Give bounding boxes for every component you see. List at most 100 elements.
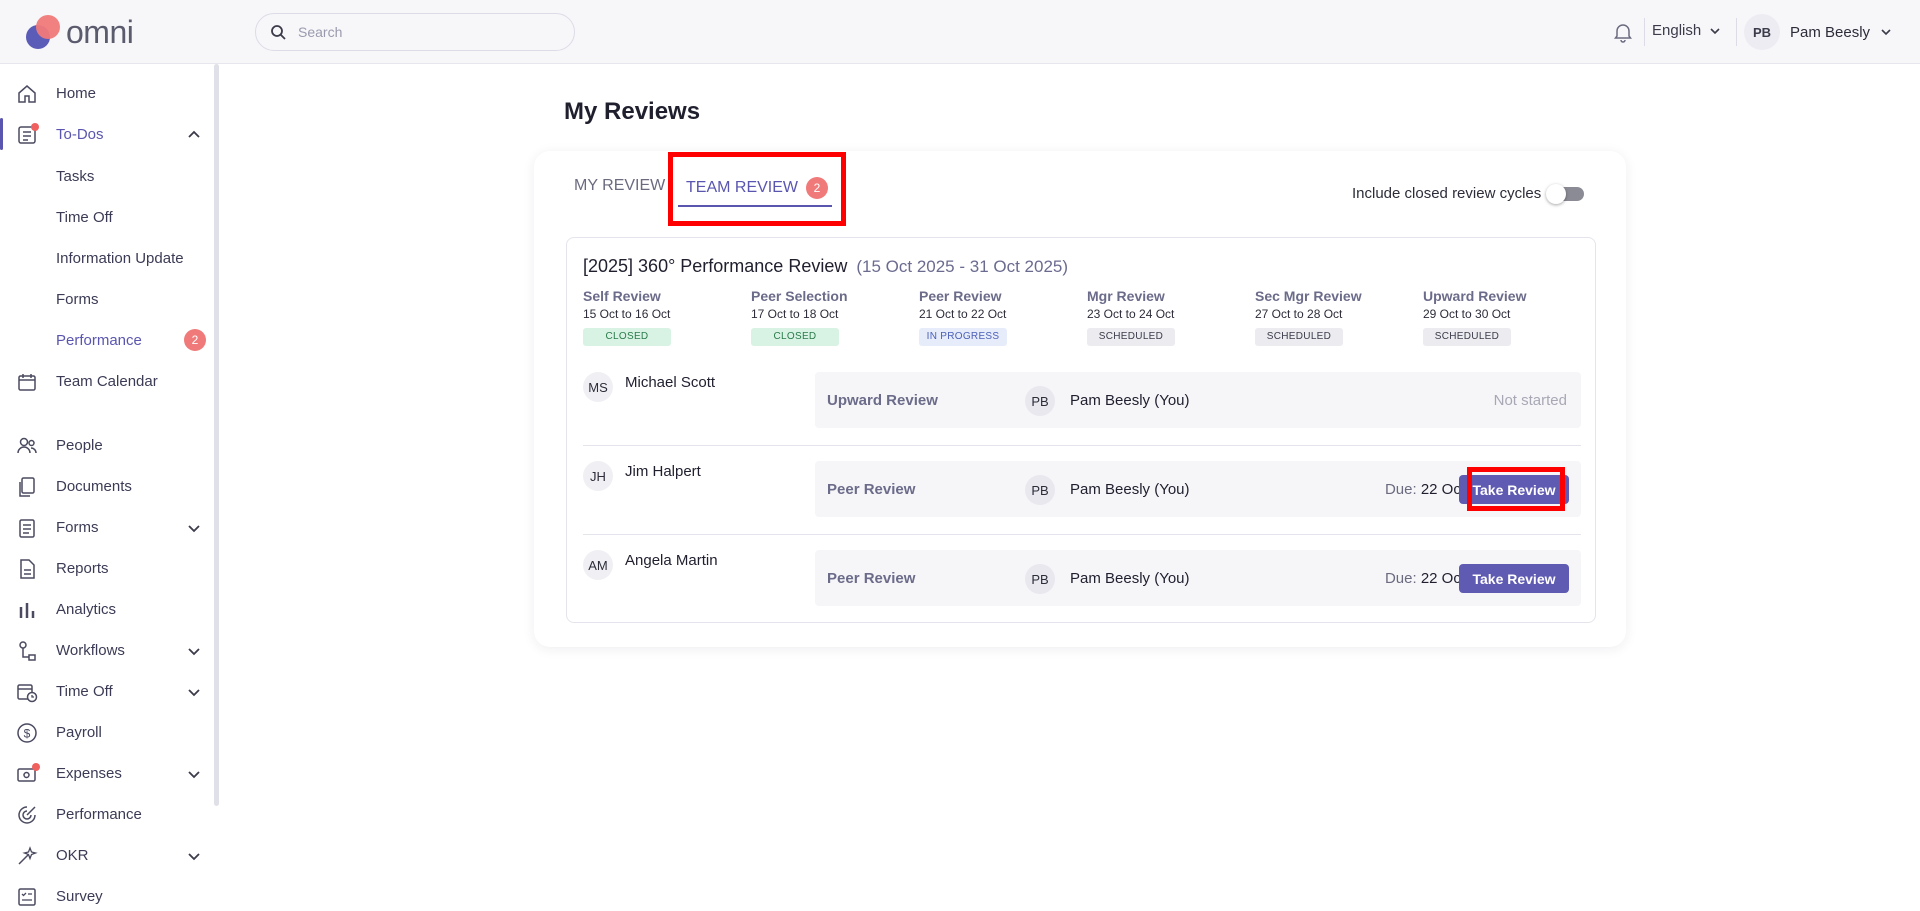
due-date: Due: 22 Oct — [1385, 481, 1465, 498]
reviewee-name: Michael Scott — [625, 374, 716, 391]
logo-text: omni — [66, 13, 134, 50]
sidebar-item-label: Documents — [56, 478, 132, 495]
sidebar-item-label: Team Calendar — [56, 373, 158, 390]
notification-dot — [31, 123, 39, 131]
phase-peer-selection: Peer Selection 17 Oct to 18 Oct CLOSED — [751, 288, 911, 346]
sidebar-item-label: Time Off — [56, 683, 113, 700]
sidebar-scrollbar[interactable] — [214, 64, 219, 806]
notification-dot — [32, 763, 40, 771]
avatar: AM — [583, 550, 613, 580]
status-badge: IN PROGRESS — [919, 328, 1007, 346]
reports-icon — [20, 558, 35, 579]
avatar: PB — [1025, 564, 1055, 594]
search-input[interactable]: Search — [255, 13, 575, 51]
sidebar-item-performance-sub[interactable]: Performance — [56, 332, 142, 349]
phase-dates: 29 Oct to 30 Oct — [1423, 307, 1511, 321]
analytics-icon — [19, 602, 35, 618]
tab-my-review[interactable]: MY REVIEW — [574, 177, 665, 195]
reviewee: JH Jim Halpert — [583, 461, 701, 491]
cycle-range: (15 Oct 2025 - 31 Oct 2025) — [856, 257, 1069, 276]
okr-icon — [18, 845, 38, 865]
avatar: JH — [583, 461, 613, 491]
sidebar-item-time-off[interactable]: Time Off — [0, 671, 214, 712]
sidebar-item-label: To-Dos — [56, 126, 104, 143]
sidebar-item-label: Analytics — [56, 601, 117, 618]
language-label: English — [1652, 22, 1702, 39]
review-type: Peer Review — [827, 570, 916, 587]
cycle-title: [2025] 360° Performance Review (15 Oct 2… — [583, 256, 1068, 277]
sidebar-item-label: Home — [56, 85, 97, 102]
sidebar-item-survey[interactable]: Survey — [0, 876, 214, 911]
phase-sec-mgr-review: Sec Mgr Review 27 Oct to 28 Oct SCHEDULE… — [1255, 288, 1415, 346]
phase-dates: 23 Oct to 24 Oct — [1087, 307, 1175, 321]
sidebar-item-label: Forms — [56, 519, 99, 536]
sidebar-item-people[interactable]: People — [0, 425, 214, 466]
status-badge: CLOSED — [583, 328, 671, 346]
performance-icon — [18, 805, 36, 824]
row-divider — [583, 534, 1581, 535]
status-badge: SCHEDULED — [1087, 328, 1175, 346]
chevron-up-icon — [188, 130, 200, 138]
phase-dates: 17 Oct to 18 Oct — [751, 307, 839, 321]
take-review-button[interactable]: Take Review — [1459, 564, 1569, 593]
review-cycle: [2025] 360° Performance Review (15 Oct 2… — [566, 237, 1596, 623]
sidebar-item-okr[interactable]: OKR — [0, 835, 214, 876]
chevron-down-icon — [188, 852, 200, 860]
sidebar-item-performance[interactable]: Performance — [0, 794, 214, 835]
sidebar-item-information-update[interactable]: Information Update — [56, 250, 184, 267]
chevron-down-icon — [1881, 29, 1891, 36]
sidebar-item-label: Payroll — [56, 724, 102, 741]
chevron-down-icon — [1710, 27, 1720, 34]
chevron-down-icon — [188, 647, 200, 655]
phase-self-review: Self Review 15 Oct to 16 Oct CLOSED — [583, 288, 743, 346]
cycle-name: [2025] 360° Performance Review — [583, 256, 848, 276]
sidebar: Home To-Dos Tasks Time Off Information U… — [0, 64, 220, 911]
sidebar-item-todos[interactable]: To-Dos — [0, 114, 214, 155]
status-badge: SCHEDULED — [1423, 328, 1511, 346]
omni-logo[interactable]: omni — [24, 12, 134, 52]
sidebar-item-label: Workflows — [56, 642, 125, 659]
include-closed-toggle[interactable] — [1546, 184, 1584, 204]
reviews-card: MY REVIEW TEAM REVIEW 2 Include closed r… — [534, 151, 1626, 647]
sidebar-item-workflows[interactable]: Workflows — [0, 630, 214, 671]
phase-name: Upward Review — [1423, 288, 1527, 304]
chevron-down-icon — [188, 524, 200, 532]
survey-icon — [18, 887, 36, 906]
language-selector[interactable]: English — [1652, 22, 1721, 39]
sidebar-item-label: OKR — [56, 847, 89, 864]
sidebar-item-time-off-sub[interactable]: Time Off — [56, 209, 113, 226]
sidebar-item-team-calendar[interactable]: Team Calendar — [0, 361, 214, 402]
user-menu[interactable]: PB Pam Beesly — [1744, 14, 1892, 50]
phase-name: Sec Mgr Review — [1255, 288, 1362, 304]
reviewer-name: Pam Beesly (You) — [1070, 392, 1190, 409]
forms-icon — [19, 518, 35, 538]
sidebar-item-reports[interactable]: Reports — [0, 548, 214, 589]
sidebar-item-forms-sub[interactable]: Forms — [56, 291, 99, 308]
sidebar-item-analytics[interactable]: Analytics — [0, 589, 214, 630]
reviewee-name: Jim Halpert — [625, 463, 701, 480]
sidebar-item-home[interactable]: Home — [0, 73, 214, 114]
performance-count-badge: 2 — [184, 329, 206, 351]
status-badge: SCHEDULED — [1255, 328, 1343, 346]
notification-bell-icon[interactable] — [1612, 21, 1634, 43]
avatar: PB — [1025, 386, 1055, 416]
sidebar-item-expenses[interactable]: Expenses — [0, 753, 214, 794]
sidebar-item-payroll[interactable]: $ Payroll — [0, 712, 214, 753]
reviewer-name: Pam Beesly (You) — [1070, 570, 1190, 587]
sidebar-item-forms[interactable]: Forms — [0, 507, 214, 548]
sidebar-item-tasks[interactable]: Tasks — [56, 168, 94, 185]
divider — [1736, 18, 1737, 46]
chevron-down-icon — [188, 770, 200, 778]
avatar: PB — [1744, 14, 1780, 50]
home-icon — [18, 84, 36, 103]
due-date: Due: 22 Oct — [1385, 570, 1465, 587]
review-assignment: Peer Review PB Pam Beesly (You) Due: 22 … — [815, 550, 1581, 606]
status-badge: CLOSED — [751, 328, 839, 346]
review-status: Not started — [1493, 392, 1567, 409]
documents-icon — [19, 476, 35, 497]
chevron-down-icon — [188, 688, 200, 696]
review-type: Peer Review — [827, 481, 916, 498]
sidebar-item-documents[interactable]: Documents — [0, 466, 214, 507]
people-icon — [17, 437, 37, 453]
search-icon — [271, 25, 286, 40]
